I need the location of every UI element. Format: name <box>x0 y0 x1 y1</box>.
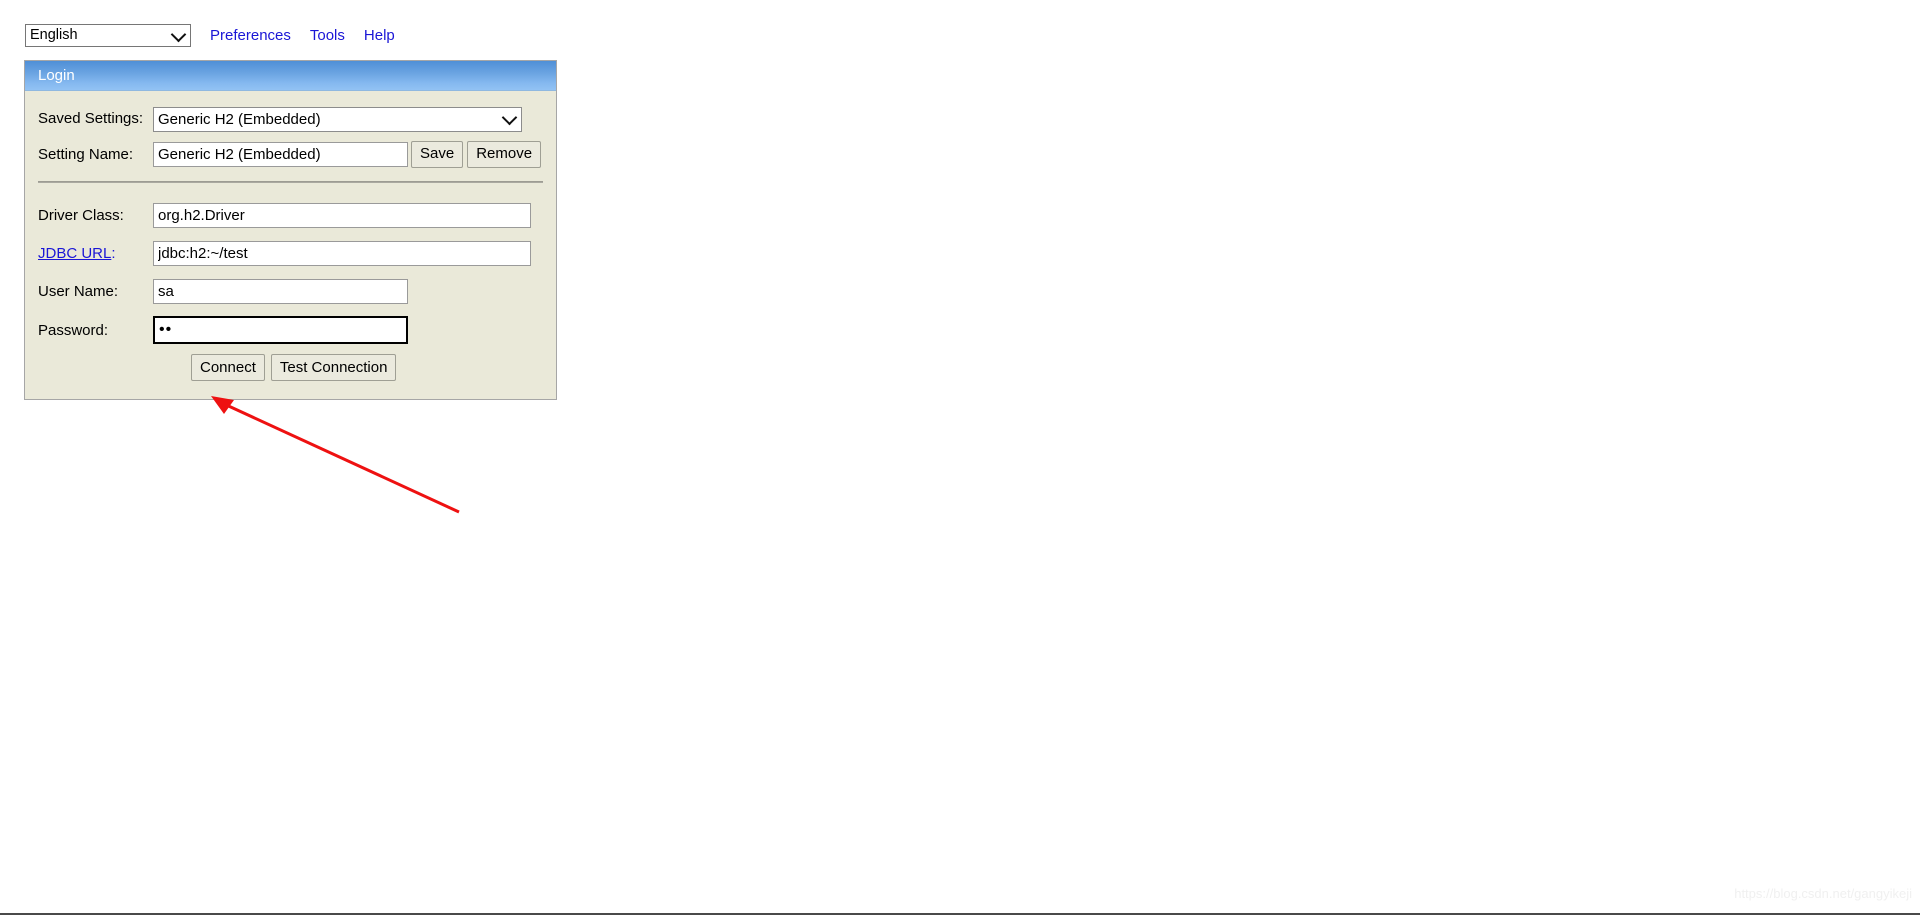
action-button-row: Connect Test Connection <box>25 354 556 381</box>
user-name-label: User Name: <box>38 282 119 300</box>
user-name-row: User Name: <box>25 275 556 307</box>
save-button[interactable]: Save <box>411 140 464 168</box>
tools-link[interactable]: Tools <box>310 27 345 44</box>
saved-settings-row: Saved Settings: Generic H2 (Embedded) <box>25 102 556 134</box>
panel-title: Login <box>25 61 556 91</box>
arrow-shaft <box>221 401 460 514</box>
connect-button[interactable]: Connect <box>191 354 265 381</box>
user-name-input[interactable] <box>153 278 408 304</box>
driver-class-label: Driver Class: <box>38 206 124 224</box>
panel-body: Saved Settings: Generic H2 (Embedded) Se… <box>25 91 556 399</box>
login-panel: Login Saved Settings: Generic H2 (Embedd… <box>24 60 557 400</box>
jdbc-url-row: JDBC URL: <box>25 237 556 269</box>
jdbc-url-input[interactable] <box>153 240 531 266</box>
driver-class-input[interactable] <box>153 202 531 228</box>
help-link[interactable]: Help <box>364 27 395 44</box>
watermark-text: https://blog.csdn.net/gangyikeji <box>1734 886 1912 901</box>
saved-settings-select-wrapper[interactable]: Generic H2 (Embedded) <box>153 106 522 132</box>
saved-settings-select[interactable]: Generic H2 (Embedded) <box>153 106 522 132</box>
remove-button[interactable]: Remove <box>467 140 542 168</box>
password-input[interactable] <box>153 316 408 344</box>
separator-row <box>25 170 556 193</box>
top-toolbar: English Preferences Tools Help <box>25 23 395 47</box>
setting-name-input[interactable] <box>153 141 408 167</box>
setting-name-label: Setting Name: <box>38 145 134 163</box>
test-connection-button[interactable]: Test Connection <box>270 354 397 381</box>
password-row: Password: <box>25 313 556 347</box>
preferences-link[interactable]: Preferences <box>210 27 291 44</box>
password-label: Password: <box>38 321 109 339</box>
saved-settings-label: Saved Settings: <box>38 109 144 127</box>
jdbc-url-help-link[interactable]: JDBC URL <box>38 245 111 262</box>
driver-class-row: Driver Class: <box>25 199 556 231</box>
setting-name-row: Setting Name: Save Remove <box>25 138 556 170</box>
language-select[interactable]: English <box>25 23 191 47</box>
language-select-wrapper[interactable]: English <box>25 23 191 47</box>
jdbc-url-label[interactable]: JDBC URL: <box>25 245 153 262</box>
divider <box>38 180 543 183</box>
